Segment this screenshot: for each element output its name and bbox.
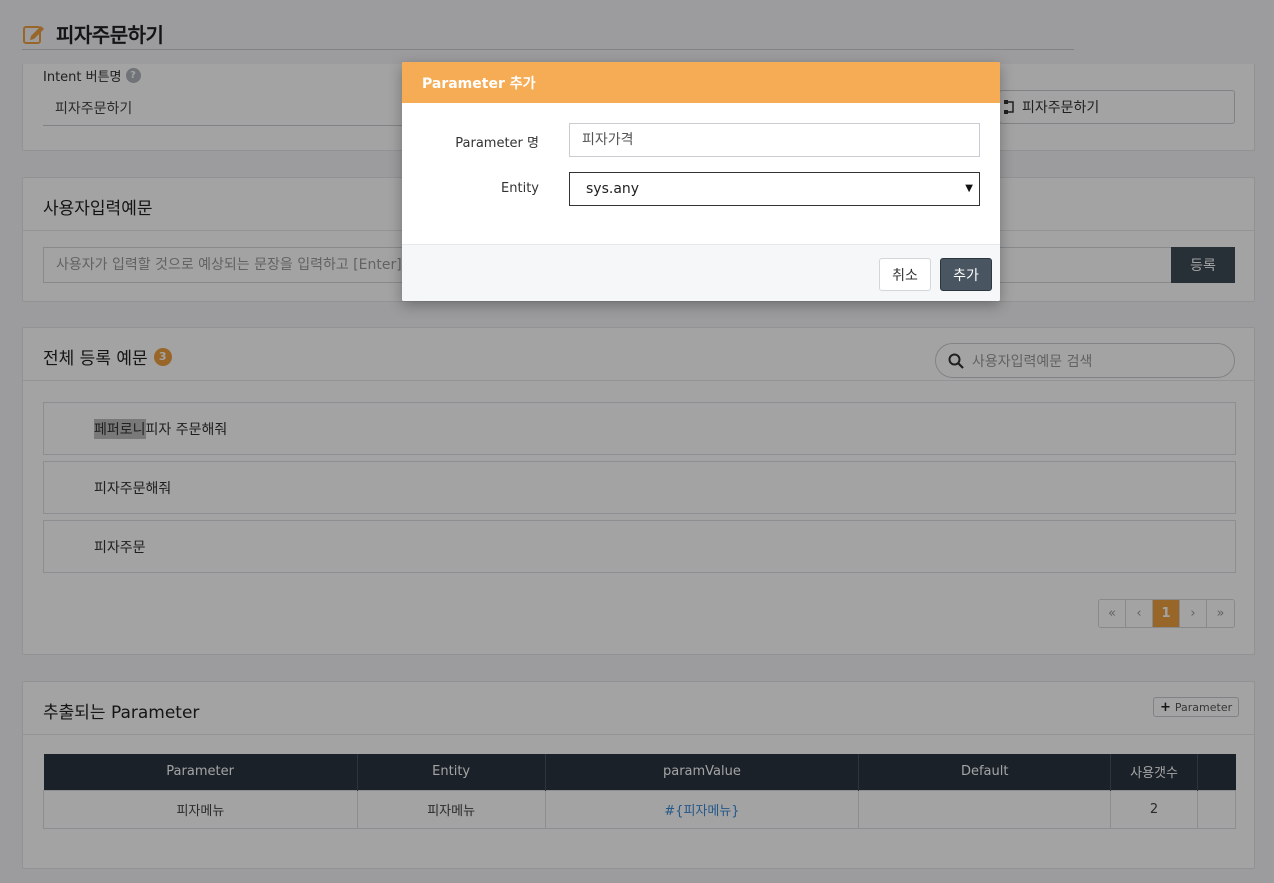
entity-selected-value: sys.any — [586, 181, 640, 197]
entity-select[interactable]: sys.any ▼ — [569, 172, 980, 206]
modal-body: Parameter 명 피자가격 Entity sys.any ▼ — [402, 103, 1000, 244]
parameter-add-modal: Parameter 추가 Parameter 명 피자가격 Entity sys… — [402, 62, 1000, 301]
caret-down-icon: ▼ — [965, 183, 973, 194]
add-button[interactable]: 추가 — [940, 258, 992, 291]
parameter-name-input[interactable]: 피자가격 — [569, 123, 980, 157]
parameter-name-label: Parameter 명 — [455, 136, 539, 151]
entity-label: Entity — [501, 181, 539, 196]
modal-title: Parameter 추가 — [402, 62, 1000, 103]
modal-footer: 취소 추가 — [402, 244, 1000, 301]
cancel-button[interactable]: 취소 — [879, 258, 931, 291]
